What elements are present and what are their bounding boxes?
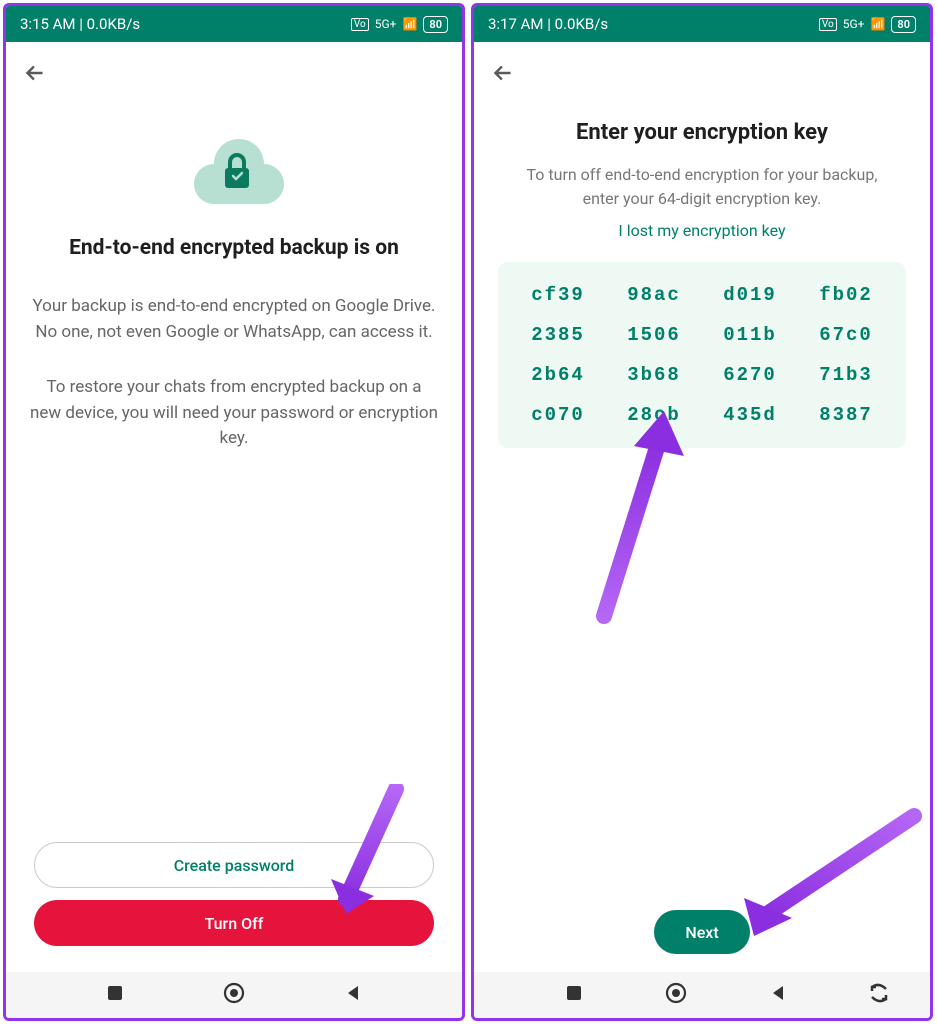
network-icon: 5G+ xyxy=(843,17,865,31)
bottom-actions: Create password Turn Off xyxy=(30,842,438,972)
key-group: fb02 xyxy=(819,284,873,306)
key-group: 011b xyxy=(723,324,777,346)
header xyxy=(6,42,462,100)
rotate-button[interactable] xyxy=(868,983,890,1007)
page-title: End-to-end encrypted backup is on xyxy=(30,236,438,260)
encryption-description: To turn off end-to-end encryption for yo… xyxy=(498,163,906,211)
key-group: 2b64 xyxy=(531,364,585,386)
main-content: Enter your encryption key To turn off en… xyxy=(474,100,930,972)
cloud-lock-icon xyxy=(30,134,438,212)
key-group: 1506 xyxy=(627,324,681,346)
status-time: 3:17 AM | 0.0KB/s xyxy=(488,15,608,33)
key-group: cf39 xyxy=(531,284,585,306)
battery-icon: 80 xyxy=(891,16,916,33)
key-group: 3b68 xyxy=(627,364,681,386)
recent-apps-button[interactable] xyxy=(105,983,125,1007)
key-group: 2385 xyxy=(531,324,585,346)
status-right: Vo 5G+ 📶 80 xyxy=(351,16,448,33)
backup-description-2: To restore your chats from encrypted bac… xyxy=(30,375,438,452)
battery-icon: 80 xyxy=(423,16,448,33)
home-button[interactable] xyxy=(664,981,688,1009)
turn-off-button[interactable]: Turn Off xyxy=(34,900,434,946)
volte-icon: Vo xyxy=(351,18,369,31)
status-bar: 3:17 AM | 0.0KB/s Vo 5G+ 📶 80 xyxy=(474,6,930,42)
status-bar: 3:15 AM | 0.0KB/s Vo 5G+ 📶 80 xyxy=(6,6,462,42)
android-nav-bar xyxy=(474,972,930,1018)
key-group: 435d xyxy=(723,404,777,426)
phone-left-screenshot: 3:15 AM | 0.0KB/s Vo 5G+ 📶 80 End-to-end… xyxy=(3,3,465,1021)
main-content: End-to-end encrypted backup is on Your b… xyxy=(6,100,462,972)
signal-icon: 📶 xyxy=(402,17,417,31)
lost-key-link[interactable]: I lost my encryption key xyxy=(498,221,906,240)
create-password-button[interactable]: Create password xyxy=(34,842,434,888)
back-button[interactable] xyxy=(22,71,48,90)
status-time: 3:15 AM | 0.0KB/s xyxy=(20,15,140,33)
backup-description-1: Your backup is end-to-end encrypted on G… xyxy=(30,294,438,345)
status-right: Vo 5G+ 📶 80 xyxy=(819,16,916,33)
key-group: d019 xyxy=(723,284,777,306)
network-icon: 5G+ xyxy=(375,17,397,31)
key-group: 8387 xyxy=(819,404,873,426)
encryption-key-input[interactable]: cf39 98ac d019 fb02 2385 1506 011b 67c0 … xyxy=(498,262,906,448)
signal-icon: 📶 xyxy=(870,17,885,31)
key-group: 67c0 xyxy=(819,324,873,346)
recent-apps-button[interactable] xyxy=(564,983,584,1007)
key-group: 98ac xyxy=(627,284,681,306)
back-nav-button[interactable] xyxy=(343,983,363,1007)
back-nav-button[interactable] xyxy=(768,983,788,1007)
key-group: 6270 xyxy=(723,364,777,386)
key-group: c070 xyxy=(531,404,585,426)
key-group: 28cb xyxy=(627,404,681,426)
android-nav-bar xyxy=(6,972,462,1018)
home-button[interactable] xyxy=(222,981,246,1009)
volte-icon: Vo xyxy=(819,18,837,31)
next-button[interactable]: Next xyxy=(654,910,750,954)
back-button[interactable] xyxy=(490,71,516,90)
key-group: 71b3 xyxy=(819,364,873,386)
phone-right-screenshot: 3:17 AM | 0.0KB/s Vo 5G+ 📶 80 Enter your… xyxy=(471,3,933,1021)
page-title: Enter your encryption key xyxy=(498,120,906,145)
header xyxy=(474,42,930,100)
